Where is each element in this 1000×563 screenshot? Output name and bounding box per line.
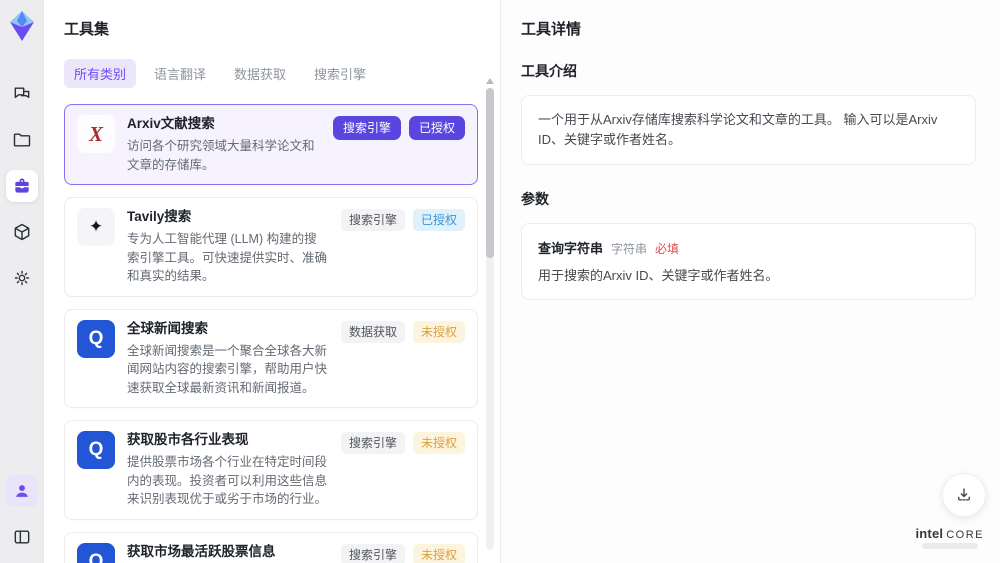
download-button[interactable]: [942, 473, 986, 517]
param-description: 用于搜索的Arxiv ID、关键字或作者姓名。: [538, 268, 779, 283]
tool-tags: 搜索引擎 未授权: [340, 543, 465, 563]
auth-status-badge: 未授权: [412, 320, 465, 343]
category-badge: 搜索引擎: [340, 432, 405, 454]
tavily-star-icon: ✦: [77, 208, 115, 246]
app-logo-icon[interactable]: [6, 8, 38, 44]
param-name: 查询字符串: [538, 241, 604, 256]
tab-all-categories[interactable]: 所有类别: [64, 59, 137, 88]
collapse-panel-icon[interactable]: [6, 521, 38, 553]
stock-tool-logo-icon: Q: [77, 542, 115, 563]
tool-name: 获取股市各行业表现: [127, 432, 249, 447]
tool-card-list: X Arxiv文献搜索 访问各个研究领域大量科学论文和文章的存储库。 搜索引擎 …: [64, 104, 478, 563]
tool-card-arxiv[interactable]: X Arxiv文献搜索 访问各个研究领域大量科学论文和文章的存储库。 搜索引擎 …: [64, 104, 478, 185]
sidebar-item-chat[interactable]: [6, 78, 38, 110]
card-main: 获取股市各行业表现 提供股票市场各个行业在特定时间段内的表现。投资者可以利用这些…: [127, 431, 329, 509]
category-badge: 搜索引擎: [340, 543, 405, 563]
intel-wordmark: intel: [915, 526, 944, 541]
detail-title: 工具详情: [521, 21, 582, 38]
arxiv-logo-icon: X: [77, 115, 115, 153]
page-title: 工具集: [64, 21, 110, 38]
list-scrollbar[interactable]: [486, 88, 494, 550]
tab-search-engine[interactable]: 搜索引擎: [304, 59, 376, 88]
tool-name: 获取市场最活跃股票信息: [127, 543, 276, 559]
auth-status-badge: 未授权: [412, 432, 465, 454]
category-tabs: 所有类别 语言翻译 数据获取 搜索引擎: [64, 59, 500, 88]
auth-status-badge: 未授权: [412, 543, 465, 563]
category-badge: 搜索引擎: [332, 116, 401, 140]
intel-logo-sub-mark: [921, 543, 978, 549]
tool-detail-panel: 工具详情 工具介绍 一个用于从Arxiv存储库搜索科学论文和文章的工具。 输入可…: [500, 0, 1000, 563]
param-required-flag: 必填: [655, 242, 680, 256]
tool-name: 全球新闻搜索: [127, 320, 208, 336]
core-wordmark: CORE: [946, 529, 984, 541]
category-badge: 数据获取: [340, 320, 405, 343]
param-box: 查询字符串 字符串 必填 用于搜索的Arxiv ID、关键字或作者姓名。: [521, 223, 976, 300]
param-type: 字符串: [611, 242, 648, 256]
param-header: 查询字符串 字符串 必填: [538, 238, 959, 257]
news-search-logo-icon: Q: [77, 319, 115, 358]
stock-tool-logo-icon: Q: [77, 431, 115, 469]
scrollbar-up-arrow[interactable]: [486, 78, 494, 84]
intel-core-logo: intel CORE: [915, 526, 984, 549]
sidebar-item-files[interactable]: [6, 124, 38, 156]
scrollbar-thumb[interactable]: [486, 88, 494, 258]
tool-name: Tavily搜索: [127, 209, 192, 224]
params-section-title: 参数: [521, 191, 549, 207]
tool-name: Arxiv文献搜索: [127, 116, 215, 131]
left-rail: [0, 0, 44, 563]
tool-card-global-news[interactable]: Q 全球新闻搜索 全球新闻搜索是一个聚合全球各大新闻网站内容的搜索引擎，帮助用户…: [64, 308, 478, 408]
tool-tags: 搜索引擎 未授权: [340, 431, 465, 509]
intel-logo-row: intel CORE: [915, 526, 984, 541]
tool-intro-text: 一个用于从Arxiv存储库搜索科学论文和文章的工具。 输入可以是Arxiv ID…: [538, 112, 938, 147]
category-badge: 搜索引擎: [340, 209, 405, 231]
tool-tags: 搜索引擎 已授权: [332, 115, 465, 174]
auth-status-badge: 已授权: [408, 116, 465, 140]
tool-list-panel: 工具集 所有类别 语言翻译 数据获取 搜索引擎 X Arxiv文献搜索 访问各个…: [44, 0, 500, 563]
sidebar-item-toolbox[interactable]: [5, 170, 38, 202]
tool-tags: 搜索引擎 已授权: [340, 208, 465, 286]
card-main: Tavily搜索 专为人工智能代理 (LLM) 构建的搜索引擎工具。可快速提供实…: [127, 208, 329, 286]
tool-description: 访问各个研究领域大量科学论文和文章的存储库。: [127, 139, 315, 172]
tool-description: 全球新闻搜索是一个聚合全球各大新闻网站内容的搜索引擎，帮助用户快速获取全球最新资…: [127, 343, 328, 395]
sidebar-item-settings[interactable]: [6, 262, 38, 294]
sidebar-item-models[interactable]: [6, 216, 38, 248]
auth-status-badge: 已授权: [412, 209, 465, 231]
card-main: 获取市场最活跃股票信息 提供当天交易量最高的股票列表。投资者可以利用这些信息来识…: [127, 543, 329, 563]
rail-bottom-group: [5, 475, 38, 553]
intro-section-title: 工具介绍: [521, 63, 577, 79]
card-main: 全球新闻搜索 全球新闻搜索是一个聚合全球各大新闻网站内容的搜索引擎，帮助用户快速…: [127, 320, 329, 398]
tool-card-stock-sector[interactable]: Q 获取股市各行业表现 提供股票市场各个行业在特定时间段内的表现。投资者可以利用…: [64, 420, 478, 520]
tab-language-translation[interactable]: 语言翻译: [144, 59, 216, 88]
tool-description: 提供股票市场各个行业在特定时间段内的表现。投资者可以利用这些信息来识别表现优于或…: [127, 455, 328, 506]
card-main: Arxiv文献搜索 访问各个研究领域大量科学论文和文章的存储库。: [127, 115, 321, 174]
tool-card-tavily[interactable]: ✦ Tavily搜索 专为人工智能代理 (LLM) 构建的搜索引擎工具。可快速提…: [64, 197, 478, 297]
tab-data-fetch[interactable]: 数据获取: [224, 59, 296, 88]
user-avatar-icon[interactable]: [5, 475, 38, 507]
app-window: 工具集 所有类别 语言翻译 数据获取 搜索引擎 X Arxiv文献搜索 访问各个…: [0, 0, 1000, 563]
tool-card-active-stocks[interactable]: Q 获取市场最活跃股票信息 提供当天交易量最高的股票列表。投资者可以利用这些信息…: [64, 531, 478, 563]
rail-nav-group: [5, 78, 38, 294]
tool-description: 专为人工智能代理 (LLM) 构建的搜索引擎工具。可快速提供实时、准确和真实的结…: [127, 232, 328, 283]
intro-box: 一个用于从Arxiv存储库搜索科学论文和文章的工具。 输入可以是Arxiv ID…: [521, 95, 976, 165]
tool-tags: 数据获取 未授权: [340, 320, 465, 398]
